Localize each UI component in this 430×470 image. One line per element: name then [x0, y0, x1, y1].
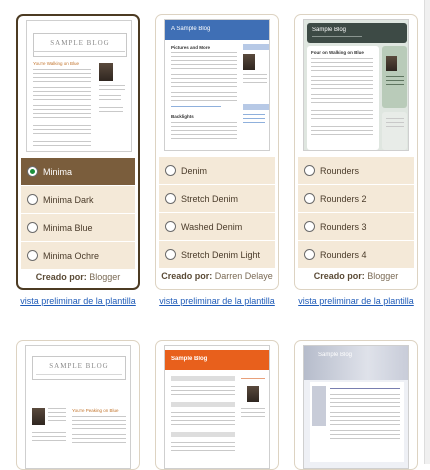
radio-button[interactable] — [304, 221, 315, 232]
creator-credit: Creado por: Blogger — [35, 272, 121, 282]
radio-button[interactable] — [27, 194, 38, 205]
option-rounders-2[interactable]: Rounders 2 — [298, 185, 414, 213]
option-rounders-4[interactable]: Rounders 4 — [298, 241, 414, 269]
thumb-post-title: Pictures and More — [171, 45, 211, 50]
creator-credit: Creado por: Darren Delaye — [161, 271, 273, 281]
option-minima-dark[interactable]: Minima Dark — [21, 186, 135, 214]
radio-button[interactable] — [165, 165, 176, 176]
thumb-title: Sample Blog — [171, 356, 208, 362]
thumb-post-title: Four on Walking on Blue — [311, 50, 364, 55]
template-thumbnail[interactable]: A Sample Blog Pictures and More Backligh… — [164, 19, 270, 151]
creator-credit: Creado por: Blogger — [313, 271, 399, 281]
option-minima-ochre[interactable]: Minima Ochre — [21, 242, 135, 270]
option-rounders[interactable]: Rounders — [298, 157, 414, 185]
radio-button[interactable] — [304, 249, 315, 260]
radio-button[interactable] — [165, 221, 176, 232]
option-stretch-denim[interactable]: Stretch Denim — [159, 185, 275, 213]
option-rounders-3[interactable]: Rounders 3 — [298, 213, 414, 241]
radio-button[interactable] — [27, 166, 38, 177]
template-card[interactable]: SAMPLE BLOG You're Peaking on Blue — [16, 340, 140, 470]
preview-template-link[interactable]: vista preliminar de la plantilla — [16, 296, 140, 306]
thumb-title: Sample Blog — [318, 352, 353, 358]
author-photo — [99, 63, 113, 81]
option-minima[interactable]: Minima — [21, 158, 135, 186]
thumb-title: SAMPLE BLOG — [49, 362, 109, 370]
option-washed-denim[interactable]: Washed Denim — [159, 213, 275, 241]
thumb-post-title: You're Walking on Blue — [33, 61, 80, 66]
author-photo — [243, 54, 255, 70]
author-photo — [386, 56, 397, 71]
template-thumbnail[interactable]: SAMPLE BLOG You're Peaking on Blue — [25, 345, 131, 469]
author-photo — [32, 408, 45, 425]
template-thumbnail[interactable]: Sample Blog — [303, 345, 409, 469]
preview-template-link[interactable]: vista preliminar de la plantilla — [155, 296, 279, 306]
template-thumbnail[interactable]: Sample Blog — [164, 345, 270, 469]
thumb-post-title: You're Peaking on Blue — [72, 408, 119, 413]
option-denim[interactable]: Denim — [159, 157, 275, 185]
thumb-subhead: Backlights — [171, 114, 194, 119]
template-card-minima[interactable]: SAMPLE BLOG You're Walking on Blue Minim… — [16, 14, 140, 290]
thumb-title: A Sample Blog — [171, 26, 211, 32]
thumb-title: Sample Blog — [312, 27, 347, 33]
thumb-title: SAMPLE BLOG — [50, 39, 110, 47]
author-photo — [247, 386, 259, 402]
option-minima-blue[interactable]: Minima Blue — [21, 214, 135, 242]
radio-button[interactable] — [27, 222, 38, 233]
radio-button[interactable] — [27, 250, 38, 261]
thumb-header — [307, 23, 407, 43]
template-thumbnail[interactable]: SAMPLE BLOG You're Walking on Blue — [26, 20, 132, 152]
page-scrollbar[interactable] — [424, 0, 430, 464]
template-card-denim[interactable]: A Sample Blog Pictures and More Backligh… — [155, 14, 279, 290]
preview-template-link[interactable]: vista preliminar de la plantilla — [294, 296, 418, 306]
radio-button[interactable] — [304, 193, 315, 204]
template-thumbnail[interactable]: Sample Blog Four on Walking on Blue — [303, 19, 409, 151]
radio-button[interactable] — [304, 165, 315, 176]
radio-button[interactable] — [165, 249, 176, 260]
template-card[interactable]: Sample Blog — [155, 340, 279, 470]
option-stretch-denim-light[interactable]: Stretch Denim Light — [159, 241, 275, 269]
template-card[interactable]: Sample Blog — [294, 340, 418, 470]
template-card-rounders[interactable]: Sample Blog Four on Walking on Blue Roun… — [294, 14, 418, 290]
radio-button[interactable] — [165, 193, 176, 204]
